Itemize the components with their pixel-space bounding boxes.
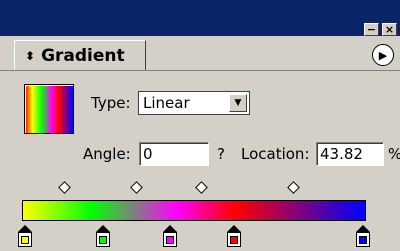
location-label: Location: bbox=[241, 145, 310, 163]
color-stop-swatch bbox=[21, 235, 29, 244]
location-unit: % bbox=[388, 145, 400, 163]
color-stop-swatch bbox=[99, 235, 107, 244]
color-stop[interactable] bbox=[356, 225, 370, 247]
gradient-preview-swatch[interactable] bbox=[24, 84, 74, 134]
chevron-down-icon[interactable]: ▼ bbox=[229, 94, 247, 112]
gradient-ramp-bar[interactable] bbox=[22, 200, 366, 221]
angle-unit: ? bbox=[217, 145, 225, 163]
close-button[interactable]: × bbox=[382, 23, 397, 36]
tab-toggle-icon: ⬍ bbox=[25, 48, 36, 63]
type-label: Type: bbox=[91, 94, 131, 112]
color-stop[interactable] bbox=[163, 225, 177, 247]
midpoint-diamond[interactable] bbox=[130, 181, 143, 194]
palette-titlebar[interactable]: − × bbox=[0, 0, 400, 36]
gradient-panel: − × ⬍ Gradient ▶ Type: Linear ▼ Angle: 0… bbox=[0, 0, 400, 251]
play-arrow-icon: ▶ bbox=[378, 48, 388, 62]
tab-strip: ⬍ Gradient ▶ bbox=[0, 36, 400, 71]
palette-menu-button[interactable]: ▶ bbox=[372, 44, 394, 66]
color-stop-swatch bbox=[166, 235, 174, 244]
type-select[interactable]: Linear ▼ bbox=[138, 91, 250, 115]
color-stop-swatch bbox=[359, 235, 367, 244]
tab-gradient[interactable]: ⬍ Gradient bbox=[14, 40, 146, 70]
color-stop[interactable] bbox=[96, 225, 110, 247]
minimize-icon: − bbox=[366, 23, 377, 36]
color-stop-swatch bbox=[230, 235, 238, 244]
angle-input[interactable]: 0 bbox=[139, 142, 209, 166]
location-input[interactable]: 43.82 bbox=[316, 142, 384, 166]
type-select-value: Linear bbox=[143, 94, 190, 112]
close-icon: × bbox=[384, 23, 395, 36]
color-stop[interactable] bbox=[227, 225, 241, 247]
midpoint-diamond[interactable] bbox=[58, 181, 71, 194]
midpoint-diamond[interactable] bbox=[195, 181, 208, 194]
tab-gradient-label: Gradient bbox=[41, 45, 125, 66]
minimize-button[interactable]: − bbox=[364, 23, 379, 36]
color-stop[interactable] bbox=[18, 225, 32, 247]
angle-label: Angle: bbox=[83, 145, 131, 163]
midpoint-diamond[interactable] bbox=[287, 181, 300, 194]
